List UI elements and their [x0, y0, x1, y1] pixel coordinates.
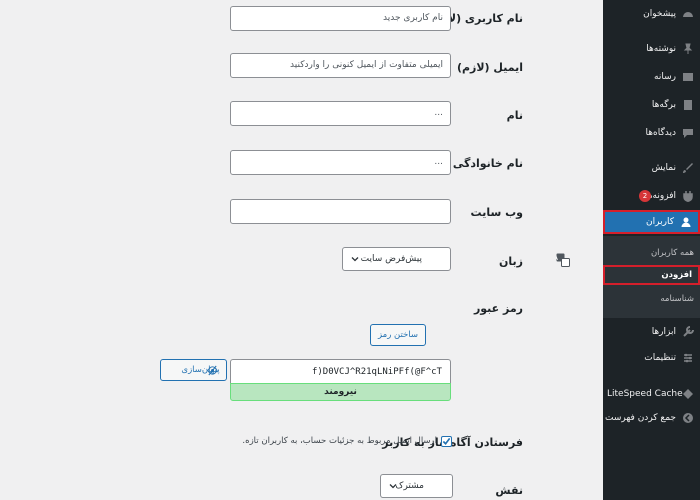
generate-password-button[interactable]: ساختن رمز — [370, 324, 426, 346]
chevron-down-icon — [389, 482, 397, 490]
sidebar-item-posts[interactable]: نوشته‌ها — [603, 37, 700, 61]
sidebar-item-comments[interactable]: دیدگاه‌ها — [603, 121, 700, 145]
chevron-down-icon — [351, 255, 359, 263]
media-icon — [682, 71, 694, 83]
sidebar-item-label: رسانه — [654, 72, 676, 82]
sidebar-item-label: دیدگاه‌ها — [645, 128, 676, 138]
brush-icon — [682, 162, 694, 174]
sidebar-item-appearance[interactable]: نمایش — [603, 156, 700, 180]
notify-description: ارسال ایمیل مربوط به جزئیات حساب، به کار… — [242, 436, 437, 446]
tools-icon — [682, 326, 694, 338]
dashboard-icon — [682, 8, 694, 20]
language-label: زبان — [499, 255, 523, 268]
hide-password-button[interactable]: پنهان‌سازی — [160, 359, 227, 381]
sidebar-item-settings[interactable]: تنظیمات — [603, 346, 700, 370]
plugin-icon — [682, 190, 694, 202]
sidebar-item-label: نمایش — [651, 163, 676, 173]
submenu-add-new[interactable]: افزودن — [603, 265, 700, 285]
checkmark-icon — [442, 437, 451, 445]
language-select[interactable]: پیش‌فرض سایت — [342, 247, 451, 271]
litespeed-icon — [682, 388, 694, 400]
first-name-input[interactable]: ... — [230, 101, 451, 126]
comment-icon — [682, 127, 694, 139]
role-select-value: مشترک — [395, 481, 424, 491]
sidebar-item-label: برگه‌ها — [651, 100, 676, 110]
password-input[interactable]: f)D0VCJ^R21qLNiPFf(@F^cT — [230, 359, 451, 383]
notify-checkbox[interactable] — [441, 436, 452, 447]
website-input[interactable] — [230, 199, 451, 224]
users-icon — [680, 216, 692, 228]
sidebar-item-users[interactable]: کاربران — [603, 210, 700, 234]
collapse-icon — [682, 412, 694, 424]
sidebar-item-label: ابزارها — [651, 327, 676, 337]
sidebar-item-dashboard[interactable]: پیشخوان — [603, 2, 700, 26]
website-label: وب سایت — [470, 206, 523, 219]
role-select[interactable]: مشترک — [380, 474, 453, 498]
role-label: نقش — [495, 484, 523, 497]
submenu-profile[interactable]: شناسنامه — [603, 289, 700, 309]
last-name-input[interactable]: ... — [230, 150, 451, 175]
users-submenu: همه کاربران افزودن شناسنامه — [603, 236, 700, 318]
admin-sidebar: پیشخوان نوشته‌ها رسانه برگه‌ها دیدگاه‌ها… — [603, 0, 700, 500]
sidebar-item-label: تنظیمات — [644, 353, 676, 363]
email-input[interactable]: ایمیلی متفاوت از ایمیل کنونی را واردکنید — [230, 53, 451, 78]
sidebar-item-label: پیشخوان — [643, 9, 676, 19]
email-label: ایمیل (لازم) — [456, 61, 523, 74]
sidebar-item-plugins[interactable]: افزونه‌ها 2 — [603, 184, 700, 208]
first-name-label: نام — [506, 109, 523, 122]
sidebar-item-label: کاربران — [646, 217, 674, 227]
sidebar-item-label: جمع کردن فهرست — [605, 413, 676, 423]
translate-icon: A — [556, 253, 570, 267]
password-label: رمز عبور — [473, 302, 523, 315]
username-input[interactable]: نام کاربری جدید — [230, 6, 451, 31]
page-icon — [682, 99, 694, 111]
sidebar-item-media[interactable]: رسانه — [603, 65, 700, 89]
password-strength-indicator: نیرومند — [230, 383, 451, 401]
sidebar-item-label: نوشته‌ها — [646, 44, 676, 54]
pin-icon — [682, 43, 694, 55]
eye-slash-icon — [207, 365, 218, 376]
sidebar-item-pages[interactable]: برگه‌ها — [603, 93, 700, 117]
submenu-all-users[interactable]: همه کاربران — [603, 243, 700, 263]
update-count-badge: 2 — [639, 190, 651, 202]
sidebar-item-tools[interactable]: ابزارها — [603, 320, 700, 344]
sidebar-item-litespeed[interactable]: LiteSpeed Cache — [603, 382, 700, 406]
last-name-label: نام خانوادگی — [452, 157, 523, 170]
language-select-value: پیش‌فرض سایت — [360, 254, 422, 264]
sidebar-item-label: LiteSpeed Cache — [607, 389, 683, 399]
sidebar-item-collapse[interactable]: جمع کردن فهرست — [603, 406, 700, 430]
settings-icon — [682, 352, 694, 364]
